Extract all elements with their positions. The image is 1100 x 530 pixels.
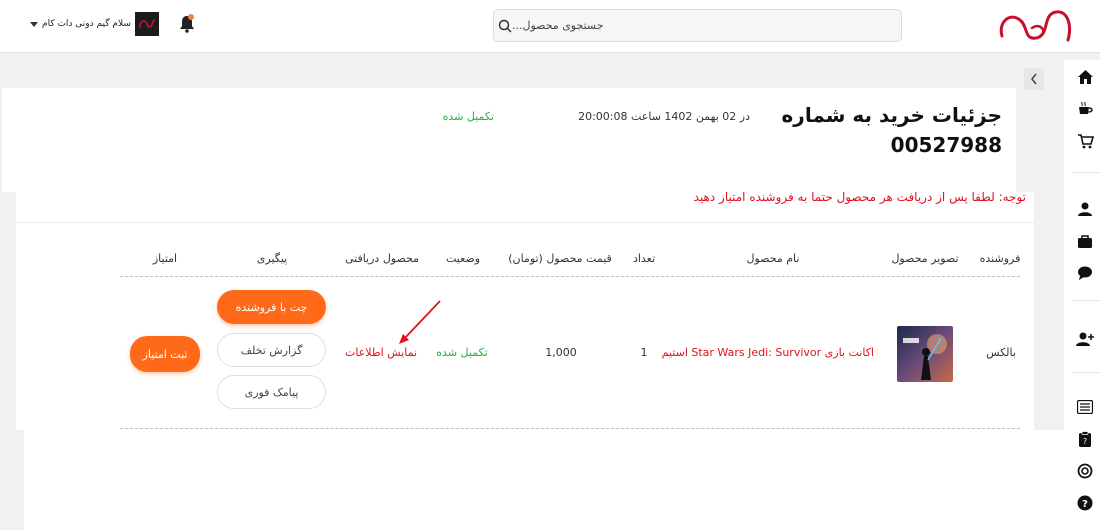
clipboard-icon[interactable]: ? xyxy=(1076,430,1094,448)
col-header-followup: پیگیری xyxy=(256,252,288,265)
report-violation-button[interactable]: گزارش تخلف xyxy=(217,333,326,367)
svg-text:?: ? xyxy=(1083,437,1087,446)
user-icon[interactable] xyxy=(1076,200,1094,218)
notification-dot xyxy=(188,14,194,20)
cell-product-name[interactable]: اکانت بازی Star Wars Jedi: Survivor استی… xyxy=(662,346,874,359)
sidebar-collapse-button[interactable] xyxy=(1024,68,1044,90)
instant-sms-button[interactable]: پیامک فوری xyxy=(217,375,326,409)
account-menu[interactable]: سلام گیم دونی دات کام xyxy=(30,12,159,36)
coffee-icon[interactable] xyxy=(1076,100,1094,118)
col-header-image: تصویر محصول xyxy=(891,252,959,265)
list-icon[interactable] xyxy=(1076,398,1094,416)
chevron-down-icon[interactable] xyxy=(30,21,38,27)
cell-qty: 1 xyxy=(640,346,648,359)
cart-icon[interactable] xyxy=(1076,132,1094,150)
col-header-status: وضعیت xyxy=(445,252,481,265)
table-divider xyxy=(120,276,1020,277)
annotation-arrow xyxy=(399,300,441,344)
svg-text:?: ? xyxy=(1082,499,1088,510)
avatar[interactable] xyxy=(134,12,159,36)
search-input[interactable]: جستجوی محصول... xyxy=(512,19,604,32)
submit-rating-button[interactable]: ثبت امتیاز xyxy=(130,336,200,372)
cell-price: 1,000 xyxy=(545,346,577,359)
page-title: جزئیات خرید به شماره 00527988 xyxy=(781,103,1003,157)
search-icon[interactable] xyxy=(498,19,512,33)
divider xyxy=(16,222,1034,223)
col-header-qty: تعداد xyxy=(632,252,656,265)
col-header-seller: فروشنده xyxy=(979,252,1021,265)
help-icon[interactable]: ? xyxy=(1076,494,1094,512)
avatar-logo-icon xyxy=(138,19,156,29)
col-header-name: نام محصول xyxy=(746,252,800,265)
content-area xyxy=(24,430,1070,530)
notice-text: توجه: لطفا پس از دریافت هر محصول حتما به… xyxy=(693,190,1026,204)
product-thumbnail xyxy=(897,326,953,382)
support-icon[interactable] xyxy=(1076,462,1094,480)
cell-seller[interactable]: بالکس xyxy=(976,346,1026,359)
col-header-received: محصول دریافتی xyxy=(344,252,420,265)
chat-with-seller-button[interactable]: چت با فروشنده xyxy=(217,290,326,324)
home-icon[interactable] xyxy=(1076,68,1094,86)
chat-icon[interactable] xyxy=(1076,264,1094,282)
account-name[interactable]: سلام گیم دونی دات کام xyxy=(42,19,131,29)
site-logo[interactable] xyxy=(996,6,1076,48)
top-header: جستجوی محصول... سلام گیم دونی دات کام xyxy=(0,0,1100,53)
search-box[interactable]: جستجوی محصول... xyxy=(493,9,902,42)
col-header-price: قیمت محصول (تومان) xyxy=(508,252,612,265)
cell-status: تکمیل شده xyxy=(436,346,488,359)
order-date: در 02 بهمن 1402 ساعت 20:00:08 xyxy=(578,110,750,123)
order-status-badge: تکمیل شده xyxy=(442,110,494,123)
sidebar-divider xyxy=(1072,172,1100,173)
sidebar-divider xyxy=(1072,372,1100,373)
table-divider xyxy=(120,428,1020,429)
add-user-icon[interactable] xyxy=(1076,330,1094,348)
briefcase-icon[interactable] xyxy=(1076,232,1094,250)
col-header-rating: امتیاز xyxy=(152,252,178,265)
show-info-link[interactable]: نمایش اطلاعات xyxy=(336,346,426,359)
order-items-card xyxy=(16,192,1034,430)
sidebar-divider xyxy=(1072,300,1100,301)
chevron-left-icon xyxy=(1031,73,1037,85)
